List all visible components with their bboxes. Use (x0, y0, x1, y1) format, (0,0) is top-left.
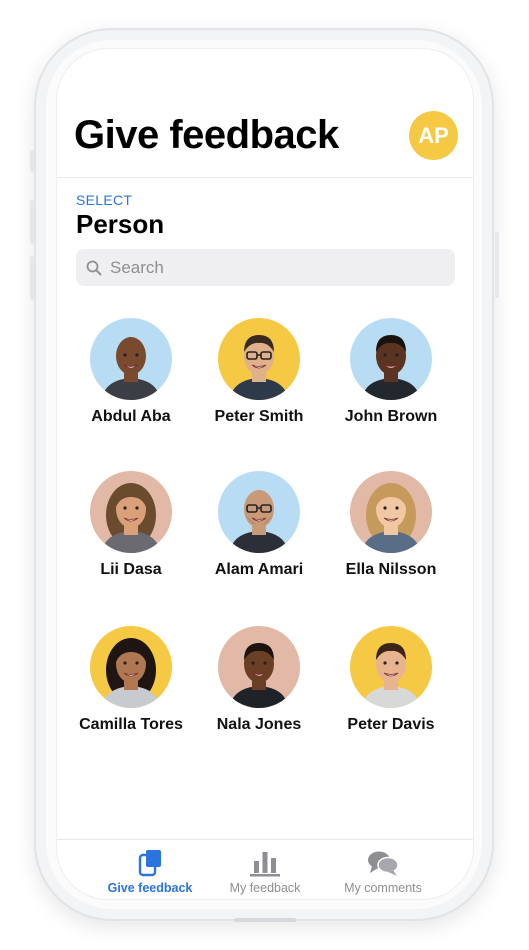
person-name: Abdul Aba (91, 408, 171, 425)
person-name: Lii Dasa (100, 561, 162, 578)
select-eyebrow: SELECT (76, 192, 133, 208)
phone-power-button (495, 232, 499, 298)
person-card[interactable]: Nala Jones (194, 626, 324, 734)
tabbar-divider (57, 839, 473, 840)
user-avatar[interactable]: AP (409, 111, 458, 160)
person-name: Camilla Tores (79, 716, 183, 733)
app-screen: Give feedback AP SELECT Person Abdul Aba… (56, 48, 474, 900)
person-name: Peter Davis (347, 716, 435, 733)
person-avatar (350, 318, 432, 400)
tab-my-feedback[interactable]: My feedback (210, 847, 320, 895)
give-feedback-icon (138, 850, 161, 877)
person-name: John Brown (344, 408, 438, 425)
portrait-photo (102, 337, 160, 400)
portrait-photo (362, 643, 420, 708)
portrait-photo (102, 483, 160, 553)
person-avatar (90, 471, 172, 553)
search-bar[interactable] (76, 249, 455, 286)
person-card[interactable]: John Brown (326, 318, 456, 426)
bar-chart-icon (250, 852, 280, 877)
person-card[interactable]: Camilla Tores (66, 626, 196, 734)
person-card[interactable]: Abdul Aba (66, 318, 196, 426)
person-name: Nala Jones (216, 716, 302, 733)
person-card[interactable]: Peter Davis (326, 626, 456, 734)
search-icon (86, 260, 102, 275)
person-card[interactable]: Peter Smith (194, 318, 324, 426)
person-card[interactable]: Lii Dasa (66, 471, 196, 579)
phone-volume-up-button (30, 200, 34, 244)
portrait-photo (230, 643, 288, 708)
tab-my-comments[interactable]: My comments (328, 847, 438, 895)
portrait-photo (230, 490, 288, 553)
phone-side-button (30, 150, 34, 172)
person-avatar (218, 318, 300, 400)
phone-volume-down-button (30, 256, 34, 300)
search-input[interactable] (108, 256, 428, 279)
section-title: Person (76, 209, 165, 239)
person-name: Alam Amari (214, 561, 304, 578)
portrait-photo (102, 638, 160, 708)
person-avatar (350, 471, 432, 553)
page-title: Give feedback (74, 113, 339, 157)
tab-label: Give feedback (107, 881, 193, 895)
portrait-photo (362, 335, 420, 400)
tab-give-feedback[interactable]: Give feedback (95, 847, 205, 895)
person-avatar (218, 471, 300, 553)
person-card[interactable]: Ella Nilsson (326, 471, 456, 579)
person-card[interactable]: Alam Amari (194, 471, 324, 579)
portrait-photo (230, 335, 288, 400)
person-avatar (90, 318, 172, 400)
tab-label: My feedback (229, 881, 301, 895)
home-indicator (234, 918, 296, 922)
header-divider (57, 177, 473, 178)
person-avatar (350, 626, 432, 708)
person-avatar (218, 626, 300, 708)
person-name: Peter Smith (214, 408, 304, 425)
tab-label: My comments (344, 881, 422, 895)
person-name: Ella Nilsson (345, 561, 437, 578)
chat-bubbles-icon (368, 851, 399, 876)
person-avatar (90, 626, 172, 708)
portrait-photo (362, 483, 420, 553)
